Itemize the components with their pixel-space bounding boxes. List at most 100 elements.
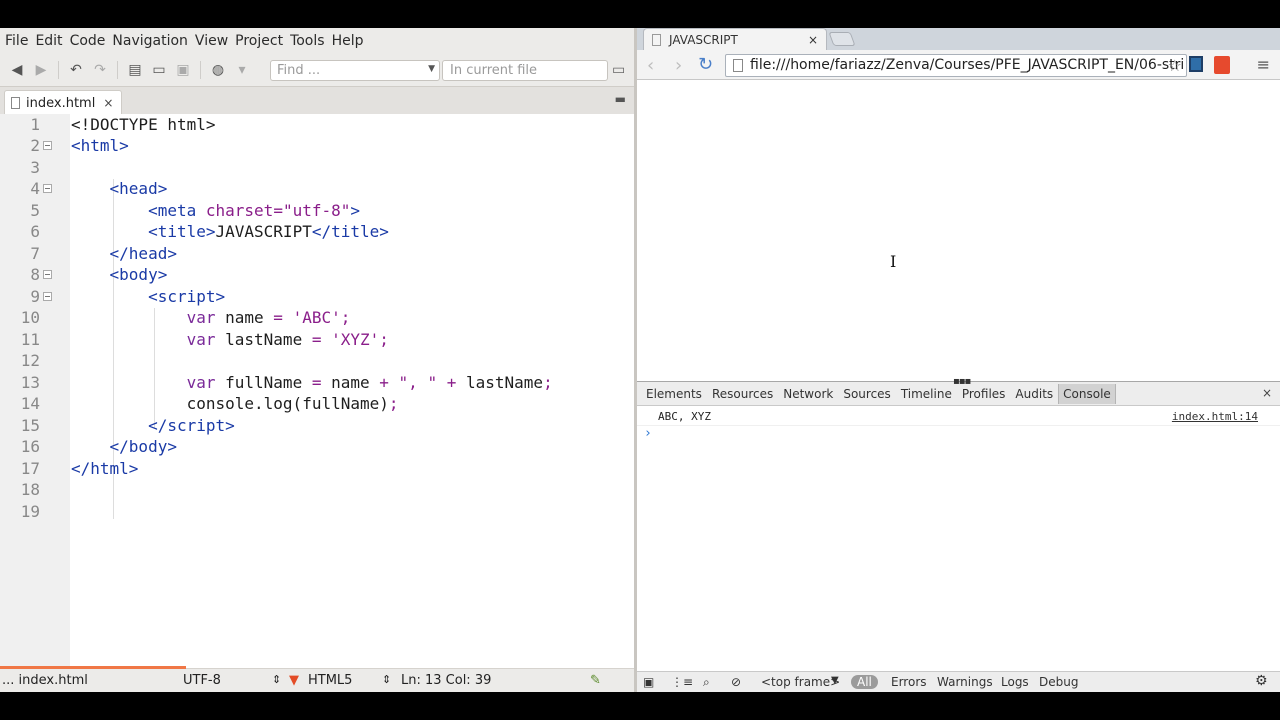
- close-icon[interactable]: ×: [103, 96, 113, 110]
- globe-icon[interactable]: ◍: [207, 59, 229, 81]
- arrow-left-icon[interactable]: ◀: [6, 59, 28, 81]
- tab-elements[interactable]: Elements: [641, 387, 707, 401]
- menubar: File Edit Code Navigation View Project T…: [0, 28, 634, 54]
- extension-icon[interactable]: [1214, 56, 1230, 74]
- search-icon[interactable]: ⌕: [703, 675, 710, 690]
- resize-handle[interactable]: ▪▪▪: [953, 376, 971, 387]
- filter-warnings[interactable]: Warnings: [937, 675, 993, 689]
- find-scope-input[interactable]: In current file: [442, 60, 608, 81]
- redo-icon[interactable]: ↷: [89, 59, 111, 81]
- star-icon[interactable]: ☆: [1168, 56, 1182, 75]
- folder-icon[interactable]: ▭: [612, 62, 625, 78]
- menu-help[interactable]: Help: [331, 33, 370, 49]
- close-icon[interactable]: ×: [1262, 386, 1272, 400]
- filter-all[interactable]: All: [851, 675, 878, 689]
- status-file: ... index.html: [2, 673, 88, 688]
- address-bar[interactable]: file:///home/fariazz/Zenva/Courses/PFE_J…: [725, 54, 1187, 77]
- code-line-6: <title>JAVASCRIPT</title>: [148, 222, 389, 241]
- line-number: 13: [20, 373, 40, 392]
- new-file-icon[interactable]: ▤: [124, 59, 146, 81]
- close-icon[interactable]: ×: [808, 33, 818, 47]
- find-input[interactable]: Find ... ▼: [270, 60, 440, 81]
- line-number-gutter: 1 2 3 4 5 6 7 8 9 10 11 12 13 14 15 16 1…: [0, 114, 70, 668]
- arrow-right-icon[interactable]: ▶: [30, 59, 52, 81]
- status-syntax[interactable]: HTML5: [308, 673, 352, 688]
- line-number: 18: [20, 480, 40, 499]
- new-tab-button[interactable]: [828, 32, 856, 46]
- extension-icon[interactable]: [1189, 56, 1203, 72]
- gear-icon[interactable]: ⚙: [1255, 673, 1268, 689]
- console-prompt[interactable]: ›: [637, 426, 1280, 441]
- browser-window: JAVASCRIPT × ‹ › ↻ file:///home/fariazz/…: [637, 28, 1280, 693]
- menu-view[interactable]: View: [194, 33, 234, 49]
- editor-statusbar: ... index.html UTF-8 ⇕ ▼ HTML5 ⇕ Ln: 13 …: [0, 666, 634, 692]
- fold-toggle-icon[interactable]: [43, 184, 52, 193]
- tab-resources[interactable]: Resources: [707, 387, 778, 401]
- fold-toggle-icon[interactable]: [43, 292, 52, 301]
- menu-code[interactable]: Code: [69, 33, 112, 49]
- menu-navigation[interactable]: Navigation: [111, 33, 194, 49]
- tab-network[interactable]: Network: [778, 387, 838, 401]
- fold-toggle-icon[interactable]: [43, 141, 52, 150]
- code-line-17: </html>: [71, 459, 139, 478]
- line-number: 11: [20, 330, 40, 349]
- line-number: 16: [20, 437, 40, 456]
- browser-tab-title: JAVASCRIPT: [669, 32, 738, 47]
- code-line-13: var fullName = name + ", " + lastName;: [186, 373, 553, 392]
- tab-timeline[interactable]: Timeline: [896, 387, 957, 401]
- tab-profiles[interactable]: Profiles: [957, 387, 1011, 401]
- chevron-down-icon[interactable]: ▼: [831, 675, 839, 686]
- code-area[interactable]: 1 2 3 4 5 6 7 8 9 10 11 12 13 14 15 16 1…: [0, 114, 634, 668]
- console-source-link[interactable]: index.html:14: [1172, 410, 1258, 423]
- chevron-down-icon[interactable]: ▼: [428, 64, 435, 74]
- html5-icon: ▼: [289, 673, 299, 688]
- line-number: 12: [20, 351, 40, 370]
- status-encoding[interactable]: UTF-8: [183, 673, 221, 688]
- open-folder-icon[interactable]: ▭: [148, 59, 170, 81]
- filter-errors[interactable]: Errors: [891, 675, 927, 689]
- page-viewport[interactable]: I: [637, 80, 1280, 380]
- line-number: 4: [30, 179, 40, 198]
- dock-icon[interactable]: ▣: [643, 675, 654, 689]
- tab-index-html[interactable]: index.html ×: [4, 90, 122, 115]
- menu-tools[interactable]: Tools: [289, 33, 331, 49]
- browser-toolbar: ‹ › ↻ file:///home/fariazz/Zenva/Courses…: [637, 50, 1280, 80]
- line-number: 2: [30, 136, 40, 155]
- line-number: 5: [30, 201, 40, 220]
- frame-selector[interactable]: <top frame>: [761, 675, 840, 689]
- show-drawer-icon[interactable]: ⋮≡: [671, 675, 693, 689]
- undo-icon[interactable]: ↶: [65, 59, 87, 81]
- line-number: 17: [20, 459, 40, 478]
- browser-tab[interactable]: JAVASCRIPT ×: [643, 28, 827, 50]
- chevron-updown-icon[interactable]: ⇕: [272, 673, 281, 686]
- line-number: 19: [20, 502, 40, 521]
- tab-sources[interactable]: Sources: [838, 387, 895, 401]
- line-number: 14: [20, 394, 40, 413]
- menu-project[interactable]: Project: [234, 33, 289, 49]
- back-icon[interactable]: ‹: [647, 55, 654, 76]
- filter-debug[interactable]: Debug: [1039, 675, 1078, 689]
- menu-edit[interactable]: Edit: [34, 33, 68, 49]
- menu-file[interactable]: File: [4, 33, 34, 49]
- save-icon[interactable]: ▣: [172, 59, 194, 81]
- filter-logs[interactable]: Logs: [1001, 675, 1029, 689]
- fold-toggle-icon[interactable]: [43, 270, 52, 279]
- clear-console-icon[interactable]: ⊘: [731, 675, 741, 689]
- tab-console[interactable]: Console: [1058, 383, 1116, 404]
- status-cursor-position: Ln: 13 Col: 39: [401, 673, 492, 688]
- menu-icon[interactable]: ≡: [1257, 55, 1270, 74]
- chevron-updown-icon[interactable]: ⇕: [382, 673, 391, 686]
- tab-list-icon[interactable]: ▬: [615, 92, 626, 106]
- prompt-icon: ›: [644, 426, 652, 441]
- lint-check-icon[interactable]: ✎: [590, 673, 601, 688]
- line-number: 10: [20, 308, 40, 327]
- line-number: 8: [30, 265, 40, 284]
- code-line-16: </body>: [109, 437, 177, 456]
- tab-audits[interactable]: Audits: [1010, 387, 1058, 401]
- reload-icon[interactable]: ↻: [698, 54, 713, 75]
- code-line-9: <script>: [148, 287, 226, 306]
- forward-icon[interactable]: ›: [675, 55, 682, 76]
- code-line-15: </script>: [148, 416, 235, 435]
- chevron-down-icon[interactable]: ▾: [231, 59, 253, 81]
- code-line-5: <meta charset="utf-8">: [148, 201, 361, 220]
